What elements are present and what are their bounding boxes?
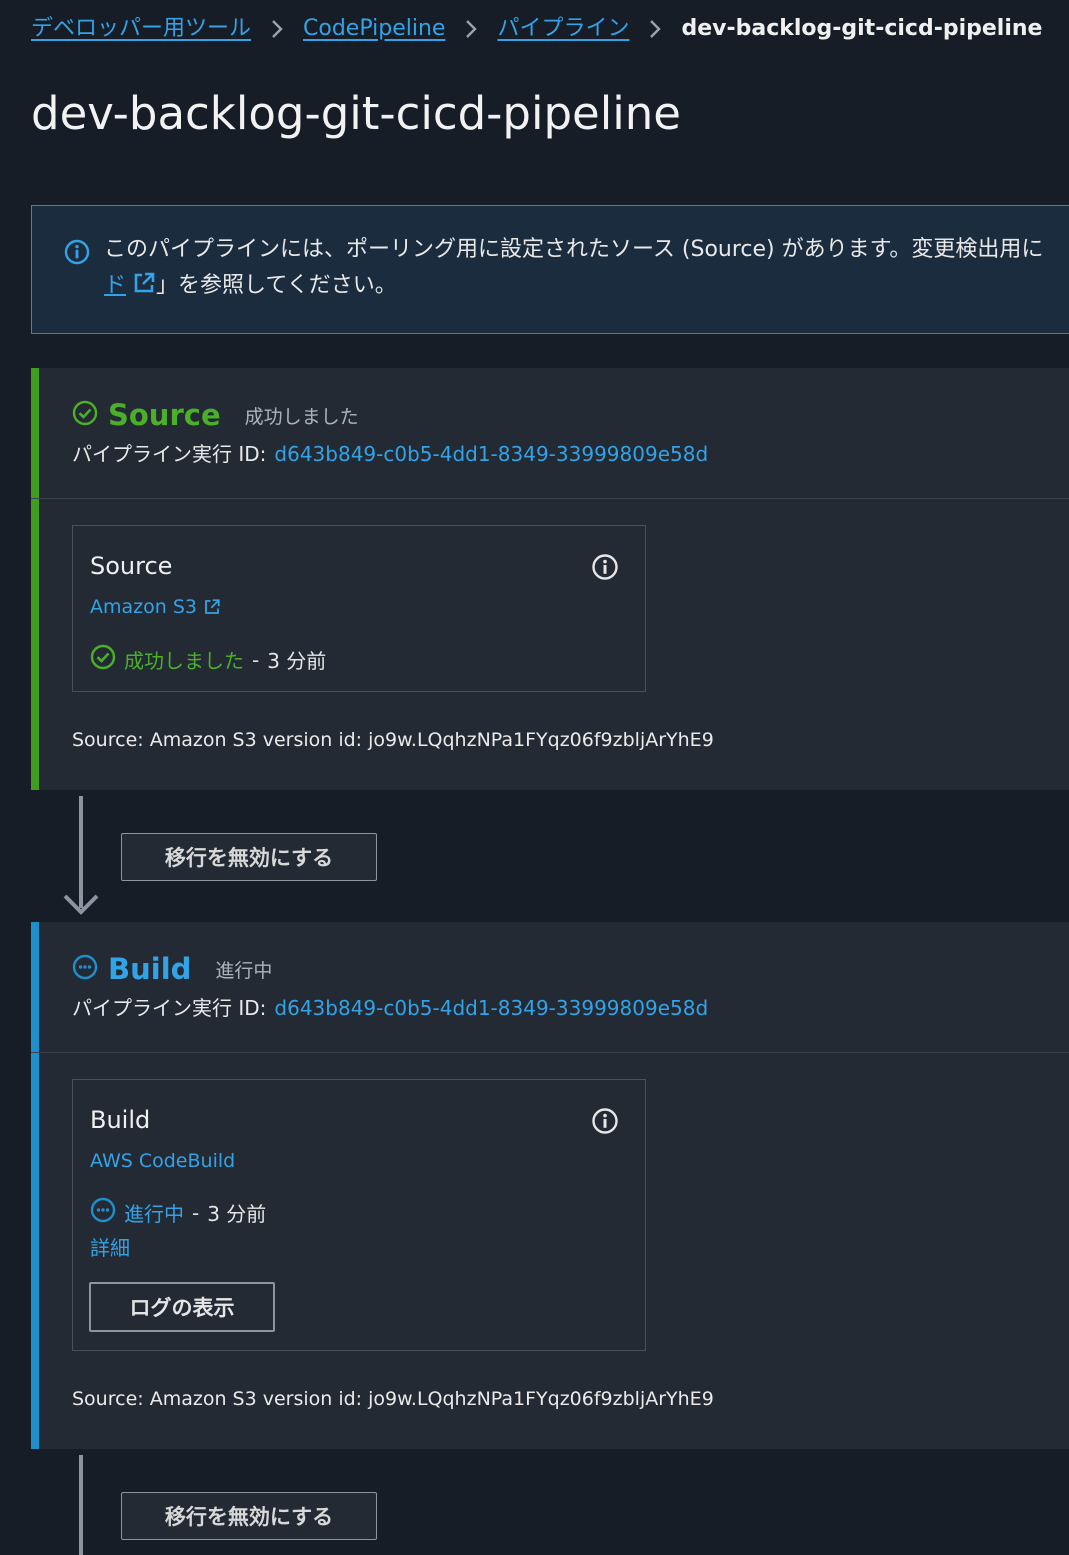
stage-name: Build [108, 952, 192, 986]
banner-text-line1: このパイプラインには、ポーリング用に設定されたソース (Source) がありま… [104, 237, 1044, 262]
stage-status: 進行中 [215, 959, 273, 982]
info-icon[interactable] [591, 553, 619, 585]
breadcrumb-developer-tools[interactable]: デベロッパー用ツール [31, 12, 251, 46]
stage-name-row: Build 進行中 [72, 952, 272, 986]
info-icon [64, 239, 90, 269]
banner-text-line2: 」を参照してください。 [156, 273, 397, 298]
action-title: Source [90, 552, 173, 580]
chevron-right-icon [629, 12, 681, 46]
stage-source: Source 成功しました パイプライン実行 ID: d643b849-c0b5-… [31, 368, 1069, 790]
success-check-icon [90, 644, 116, 675]
view-logs-button[interactable]: ログの表示 [89, 1282, 275, 1332]
action-status-text: 進行中 [124, 1202, 184, 1226]
info-banner: このパイプラインには、ポーリング用に設定されたソース (Source) がありま… [31, 205, 1069, 334]
action-provider-link[interactable]: Amazon S3 [90, 596, 221, 621]
disable-transition-button[interactable]: 移行を無効にする [121, 1492, 377, 1540]
chevron-right-icon [445, 12, 497, 46]
action-status: 進行中 - 3 分前 [90, 1197, 266, 1228]
stage-build: Build 進行中 パイプライン実行 ID: d643b849-c0b5-4dd1… [31, 922, 1069, 1449]
breadcrumb-codepipeline[interactable]: CodePipeline [303, 12, 445, 46]
action-details-link[interactable]: 詳細 [90, 1232, 130, 1261]
transition-arrow [79, 1455, 83, 1555]
stage-name-row: Source 成功しました [72, 398, 359, 432]
action-time-ago: 3 分前 [207, 1202, 267, 1226]
action-card-source: Source Amazon S3 成功しました - 3 分前 [72, 525, 646, 692]
stage-status: 成功しました [244, 405, 359, 428]
stage-execution-id: パイプライン実行 ID: d643b849-c0b5-4dd1-8349-3399… [72, 442, 709, 466]
execution-id-link[interactable]: d643b849-c0b5-4dd1-8349-33999809e58d [274, 996, 708, 1020]
action-card-build: Build AWS CodeBuild 進行中 - 3 分前 詳細 ログの表示 [72, 1079, 646, 1351]
action-status-text: 成功しました [124, 649, 244, 673]
info-icon[interactable] [591, 1107, 619, 1139]
breadcrumb: デベロッパー用ツール CodePipeline パイプライン dev-backl… [31, 12, 1042, 46]
action-time-ago: 3 分前 [267, 649, 327, 673]
stage-header: Source 成功しました パイプライン実行 ID: d643b849-c0b5-… [31, 368, 1069, 499]
action-status: 成功しました - 3 分前 [90, 644, 326, 675]
action-title: Build [90, 1106, 151, 1134]
page-title: dev-backlog-git-cicd-pipeline [31, 87, 681, 140]
banner-doc-link[interactable]: ド [104, 272, 156, 298]
banner-message: このパイプラインには、ポーリング用に設定されたソース (Source) がありま… [104, 232, 1069, 307]
breadcrumb-current: dev-backlog-git-cicd-pipeline [681, 16, 1043, 41]
action-provider-link[interactable]: AWS CodeBuild [90, 1150, 235, 1172]
stage-header: Build 進行中 パイプライン実行 ID: d643b849-c0b5-4dd1… [31, 922, 1069, 1053]
chevron-right-icon [251, 12, 303, 46]
stage-execution-id: パイプライン実行 ID: d643b849-c0b5-4dd1-8349-3399… [72, 996, 709, 1020]
in-progress-icon [90, 1197, 116, 1228]
external-link-icon [203, 598, 221, 621]
success-check-icon [72, 400, 98, 430]
arrow-down-icon [63, 894, 99, 915]
stage-source-revision: Source: Amazon S3 version id: jo9w.LQqhz… [72, 729, 714, 751]
in-progress-icon [72, 954, 98, 984]
stage-name: Source [108, 398, 221, 432]
breadcrumb-pipelines[interactable]: パイプライン [497, 12, 629, 46]
disable-transition-button[interactable]: 移行を無効にする [121, 833, 377, 881]
execution-id-link[interactable]: d643b849-c0b5-4dd1-8349-33999809e58d [274, 442, 708, 466]
stage-source-revision: Source: Amazon S3 version id: jo9w.LQqhz… [72, 1388, 714, 1410]
external-link-icon [132, 271, 156, 307]
pipeline-page: デベロッパー用ツール CodePipeline パイプライン dev-backl… [0, 0, 1069, 1555]
